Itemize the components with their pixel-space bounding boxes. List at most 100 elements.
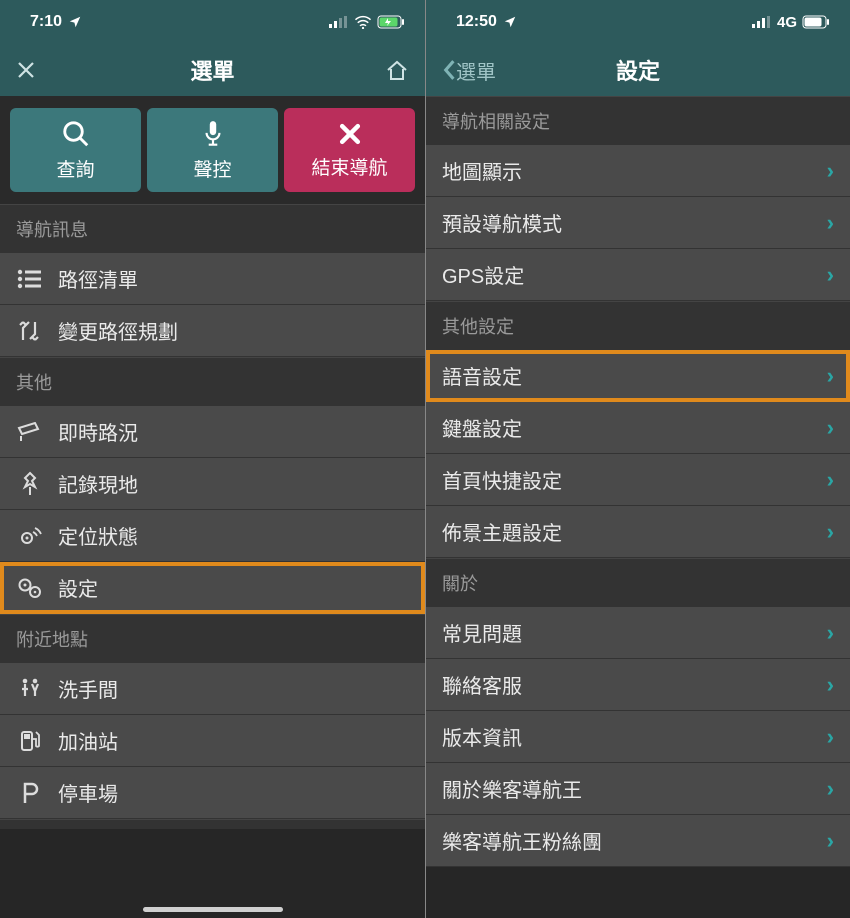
chevron-right-icon: › (827, 262, 834, 288)
section-header-navset: 導航相關設定 (426, 96, 850, 145)
chevron-right-icon: › (827, 363, 834, 389)
row-label: 路徑清單 (58, 264, 409, 293)
row-gps-settings[interactable]: GPS設定› (426, 249, 850, 301)
row-label: 洗手間 (58, 674, 409, 703)
voice-label: 聲控 (193, 155, 231, 182)
chevron-right-icon: › (827, 620, 834, 646)
fuel-icon (16, 729, 44, 753)
action-buttons: 查詢 聲控 結束導航 (0, 96, 425, 204)
row-gas-station[interactable]: 加油站 (0, 715, 425, 767)
gear-icon (16, 577, 44, 599)
navbar: 選單 (0, 44, 425, 96)
page-title: 選單 (190, 54, 234, 86)
chevron-right-icon: › (827, 210, 834, 236)
parking-icon (16, 781, 44, 805)
row-label: 地圖顯示 (442, 156, 813, 185)
restroom-icon (16, 677, 44, 701)
row-label: 樂客導航王粉絲團 (442, 826, 813, 855)
row-fanpage[interactable]: 樂客導航王粉絲團 › (426, 815, 850, 867)
row-theme-settings[interactable]: 佈景主題設定 › (426, 506, 850, 558)
row-restroom[interactable]: 洗手間 (0, 663, 425, 715)
search-icon (61, 119, 91, 149)
row-label: 即時路況 (58, 417, 409, 446)
home-icon[interactable] (385, 59, 409, 81)
voice-button[interactable]: 聲控 (147, 108, 278, 192)
chevron-right-icon: › (827, 158, 834, 184)
home-indicator[interactable] (143, 907, 283, 912)
signal-icon (329, 16, 349, 28)
row-label: 常見問題 (442, 618, 813, 647)
location-arrow-icon (503, 15, 517, 29)
row-default-nav-mode[interactable]: 預設導航模式 › (426, 197, 850, 249)
row-label: 語音設定 (442, 361, 813, 390)
spacer (0, 819, 425, 829)
row-voice-settings[interactable]: 語音設定 › (426, 350, 850, 402)
section-header-about: 關於 (426, 558, 850, 607)
wifi-icon (354, 15, 372, 29)
navbar: 選單 設定 (426, 44, 850, 96)
row-label: 加油站 (58, 726, 409, 755)
back-label: 選單 (456, 56, 496, 85)
chevron-right-icon: › (827, 724, 834, 750)
chevron-right-icon: › (827, 828, 834, 854)
row-label: 版本資訊 (442, 722, 813, 751)
row-change-route[interactable]: 變更路徑規劃 (0, 305, 425, 357)
row-contact[interactable]: 聯絡客服› (426, 659, 850, 711)
status-bar: 12:50 4G (426, 0, 850, 44)
status-time: 12:50 (456, 13, 497, 31)
row-label: 設定 (58, 573, 409, 602)
satellite-icon (16, 524, 44, 548)
signal-icon (752, 16, 772, 28)
row-label: 首頁快捷設定 (442, 465, 813, 494)
location-arrow-icon (68, 15, 82, 29)
network-label: 4G (777, 14, 797, 31)
row-traffic[interactable]: 即時路況 (0, 406, 425, 458)
row-version[interactable]: 版本資訊 › (426, 711, 850, 763)
route-icon (16, 318, 44, 344)
back-button[interactable]: 選單 (442, 56, 496, 85)
search-label: 查詢 (56, 155, 94, 182)
chevron-right-icon: › (827, 519, 834, 545)
row-label: 鍵盤設定 (442, 413, 813, 442)
chevron-right-icon: › (827, 672, 834, 698)
row-label: 預設導航模式 (442, 208, 813, 237)
row-label: 變更路徑規劃 (58, 316, 409, 345)
chevron-right-icon: › (827, 467, 834, 493)
row-faq[interactable]: 常見問題 › (426, 607, 850, 659)
page-title: 設定 (616, 54, 660, 86)
section-header-nearby: 附近地點 (0, 614, 425, 663)
chevron-right-icon: › (827, 776, 834, 802)
row-map-display[interactable]: 地圖顯示 › (426, 145, 850, 197)
status-time: 7:10 (30, 13, 62, 31)
row-keyboard-settings[interactable]: 鍵盤設定 › (426, 402, 850, 454)
end-label: 結束導航 (311, 153, 387, 180)
row-home-shortcut[interactable]: 首頁快捷設定 › (426, 454, 850, 506)
list-icon (16, 268, 44, 290)
end-nav-button[interactable]: 結束導航 (284, 108, 415, 192)
row-label: 關於樂客導航王 (442, 774, 813, 803)
row-gps-status[interactable]: 定位狀態 (0, 510, 425, 562)
camera-icon (16, 422, 44, 442)
row-parking[interactable]: 停車場 (0, 767, 425, 819)
status-bar: 7:10 (0, 0, 425, 44)
section-header-other: 其他設定 (426, 301, 850, 350)
screen-settings: 12:50 4G 選單 設定 導航相關設定 地圖顯示 › 預設導航模式 › GPS設… (425, 0, 850, 918)
row-label: 記錄現地 (58, 469, 409, 498)
row-label: 定位狀態 (58, 521, 409, 550)
row-label: 停車場 (58, 778, 409, 807)
row-settings[interactable]: 設定 (0, 562, 425, 614)
row-record-location[interactable]: 記錄現地 (0, 458, 425, 510)
screen-menu: 7:10 選單 查詢 聲控 結束導航 (0, 0, 425, 918)
row-route-list[interactable]: 路徑清單 (0, 253, 425, 305)
chevron-right-icon: › (827, 415, 834, 441)
close-icon[interactable] (16, 60, 36, 80)
pin-icon (16, 471, 44, 497)
row-label: 佈景主題設定 (442, 517, 813, 546)
section-header-other: 其他 (0, 357, 425, 406)
search-button[interactable]: 查詢 (10, 108, 141, 192)
battery-icon (377, 15, 405, 29)
close-x-icon (337, 121, 363, 147)
mic-icon (200, 119, 226, 149)
battery-icon (802, 15, 830, 29)
row-about-app[interactable]: 關於樂客導航王 › (426, 763, 850, 815)
